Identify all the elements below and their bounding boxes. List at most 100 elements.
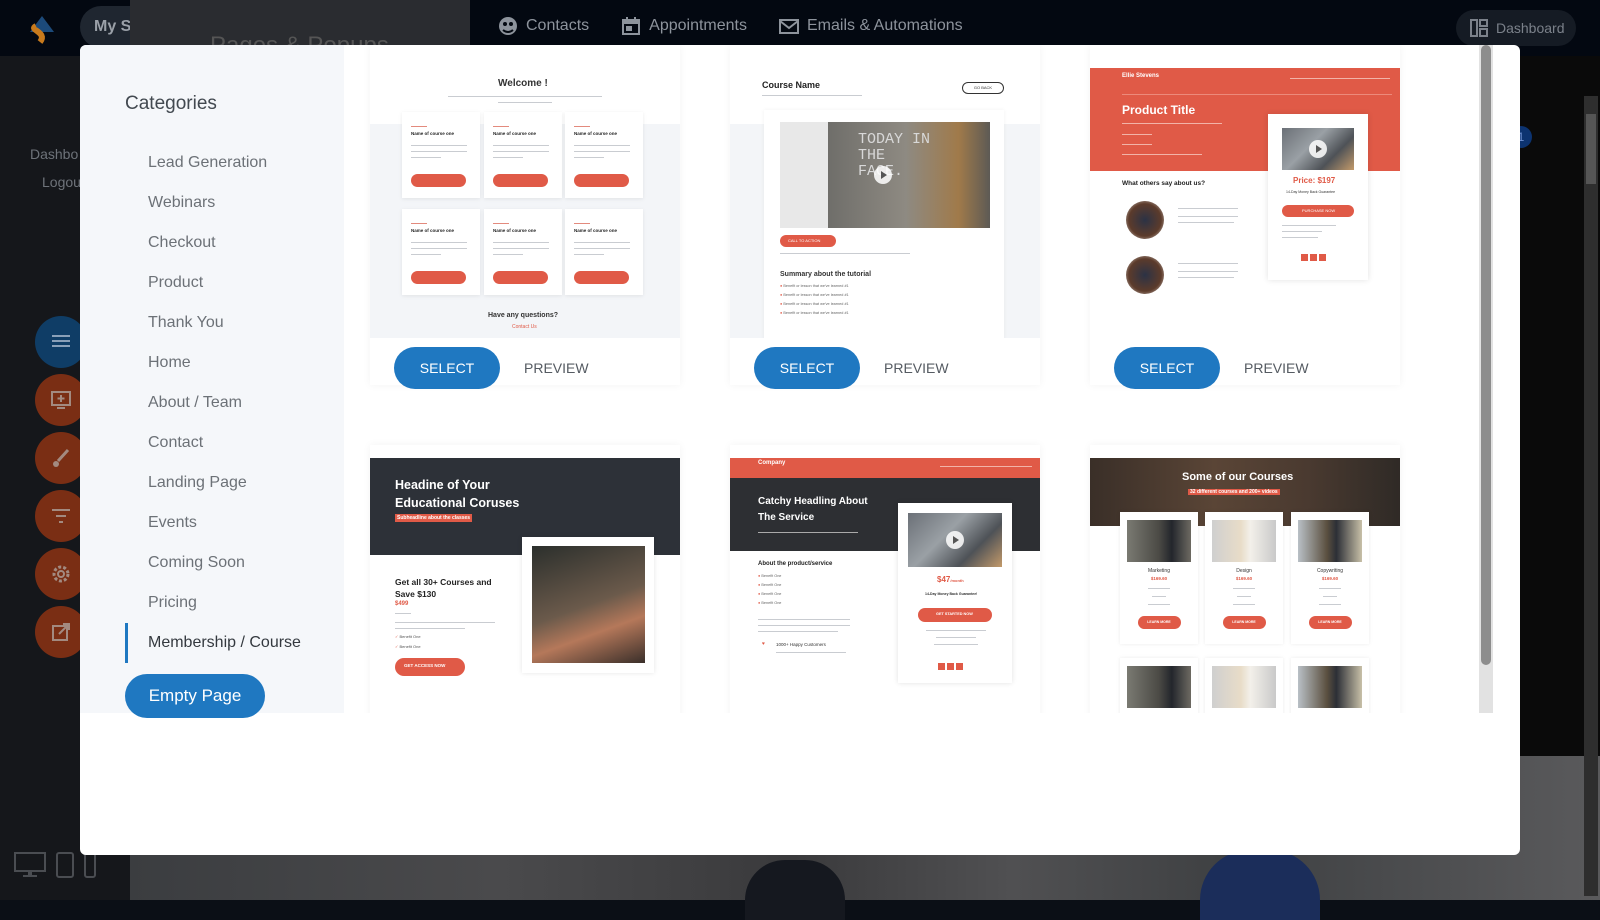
course-tile [1291,658,1369,713]
select-button[interactable]: SELECT [1114,347,1220,389]
category-item[interactable]: Home [125,343,301,383]
template-thumbnail[interactable]: Ellie Stevens Product Title Price: $197 … [1090,68,1400,338]
preview-button[interactable]: PREVIEW [524,347,589,389]
mini-course-card: Name of course one [565,209,643,295]
template-card: Ellie Stevens Product Title Price: $197 … [1090,45,1400,385]
course-photo [1298,520,1362,562]
benefit-item: ● Benefit One [758,583,781,587]
contacts-icon [498,16,518,36]
category-item[interactable]: Thank You [125,303,301,343]
left-link-logout[interactable]: Logou [30,168,81,196]
list-icon [50,331,72,353]
category-item[interactable]: Membership / Course [125,623,301,663]
preview-button[interactable]: PREVIEW [884,347,949,389]
benefit-item: ● Benefit One [758,574,781,578]
mini-cta [411,174,466,187]
course-tile [1120,658,1198,713]
mini-course-card: Name of course one [484,112,562,198]
template-thumbnail[interactable]: Company Catchy Headling About The Servic… [730,458,1040,713]
template-grid: Welcome ! Name of course oneName of cour… [344,45,1479,713]
template-card: Some of our Courses 32 different courses… [1090,445,1400,713]
nav-appointments[interactable]: Appointments [621,16,747,36]
mini-course-card: Name of course one [402,209,480,295]
play-icon [874,166,892,184]
category-item[interactable]: Landing Page [125,463,301,503]
category-item[interactable]: Events [125,503,301,543]
template-card: Course Name GO BACK TODAY IN THE FACE. C… [730,45,1040,385]
card-actions: SELECT PREVIEW [370,347,680,407]
mini-cta [493,271,548,284]
preview-button[interactable]: PREVIEW [1244,347,1309,389]
benefit-item: ● Benefit One [758,592,781,596]
mini-course-card: Name of course one [484,209,562,295]
category-item[interactable]: Coming Soon [125,543,301,583]
category-item[interactable]: Webinars [125,183,301,223]
category-item[interactable]: Checkout [125,223,301,263]
template-card: Welcome ! Name of course oneName of cour… [370,45,680,385]
benefit-item: ● Benefit One [758,601,781,605]
play-icon [946,531,964,549]
mini-cta [574,174,629,187]
gear-icon [50,563,72,585]
nav-contacts[interactable]: Contacts [498,16,589,36]
category-item[interactable]: Lead Generation [125,143,301,183]
template-thumbnail[interactable]: Course Name GO BACK TODAY IN THE FACE. C… [730,68,1040,338]
play-icon [1309,140,1327,158]
course-photo [1127,666,1191,708]
benefit-item: ● Benefit or lesson that we've learned #… [780,284,849,288]
benefit-item: ● Benefit or lesson that we've learned #… [780,302,849,306]
mobile-icon[interactable] [84,852,96,878]
template-picker-modal: Categories Lead GenerationWebinarsChecko… [80,45,1520,855]
nav-emails-automations[interactable]: Emails & Automations [779,16,963,36]
left-link-dashboard[interactable]: Dashbo [30,140,81,168]
benefit-item: ● Benefit or lesson that we've learned #… [780,311,849,315]
select-button[interactable]: SELECT [754,347,860,389]
external-link-icon [50,621,72,643]
dashboard-button[interactable]: Dashboard [1456,10,1576,46]
dashboard-icon [1470,19,1488,37]
desktop-icon[interactable] [14,852,46,878]
video-image [1282,128,1354,170]
course-tile: Design$169.60LEARN MORE [1205,512,1283,644]
filter-icon [50,505,72,527]
app-logo-icon [22,12,62,46]
course-tile: Copywriting$169.60LEARN MORE [1291,512,1369,644]
mini-cta [574,271,629,284]
mini-course-card: Name of course one [402,112,480,198]
card-actions: SELECT PREVIEW [730,347,1040,407]
template-thumbnail[interactable]: Headine of Your Educational Coruses Subh… [370,458,680,713]
tablet-icon[interactable] [56,852,74,878]
template-card: Company Catchy Headling About The Servic… [730,445,1040,713]
add-screen-icon [50,389,72,411]
canvas-scrollbar[interactable] [1584,96,1598,896]
go-back-pill: GO BACK [962,82,1004,94]
categories-list: Lead GenerationWebinarsCheckoutProductTh… [125,143,301,663]
device-switcher [14,852,96,878]
category-item[interactable]: Contact [125,423,301,463]
empty-page-button[interactable]: Empty Page [125,674,265,718]
canvas-image-backpack [745,860,845,920]
select-button[interactable]: SELECT [394,347,500,389]
course-tile: Marketing$169.60LEARN MORE [1120,512,1198,644]
course-photo [1298,666,1362,708]
course-photo [1127,520,1191,562]
mini-cta [493,174,548,187]
categories-panel: Categories Lead GenerationWebinarsChecko… [80,45,344,713]
category-item[interactable]: Product [125,263,301,303]
course-photo [1212,520,1276,562]
video-image: TODAY IN THE FACE. [780,122,990,228]
left-links: Dashbo Logou [30,140,81,196]
calendar-icon [621,16,641,36]
mini-course-card: Name of course one [565,112,643,198]
video-image [908,513,1002,567]
course-tile [1205,658,1283,713]
benefit-item: ● Benefit or lesson that we've learned #… [780,293,849,297]
canvas-scrollbar-thumb[interactable] [1586,114,1596,184]
template-thumbnail[interactable]: Welcome ! Name of course oneName of cour… [370,68,680,338]
template-thumbnail[interactable]: Some of our Courses 32 different courses… [1090,458,1400,713]
category-item[interactable]: Pricing [125,583,301,623]
category-item[interactable]: About / Team [125,383,301,423]
template-card: Headine of Your Educational Coruses Subh… [370,445,680,713]
template-scrollbar-thumb[interactable] [1481,45,1491,665]
top-nav: Contacts Appointments Emails & Automatio… [498,16,963,36]
